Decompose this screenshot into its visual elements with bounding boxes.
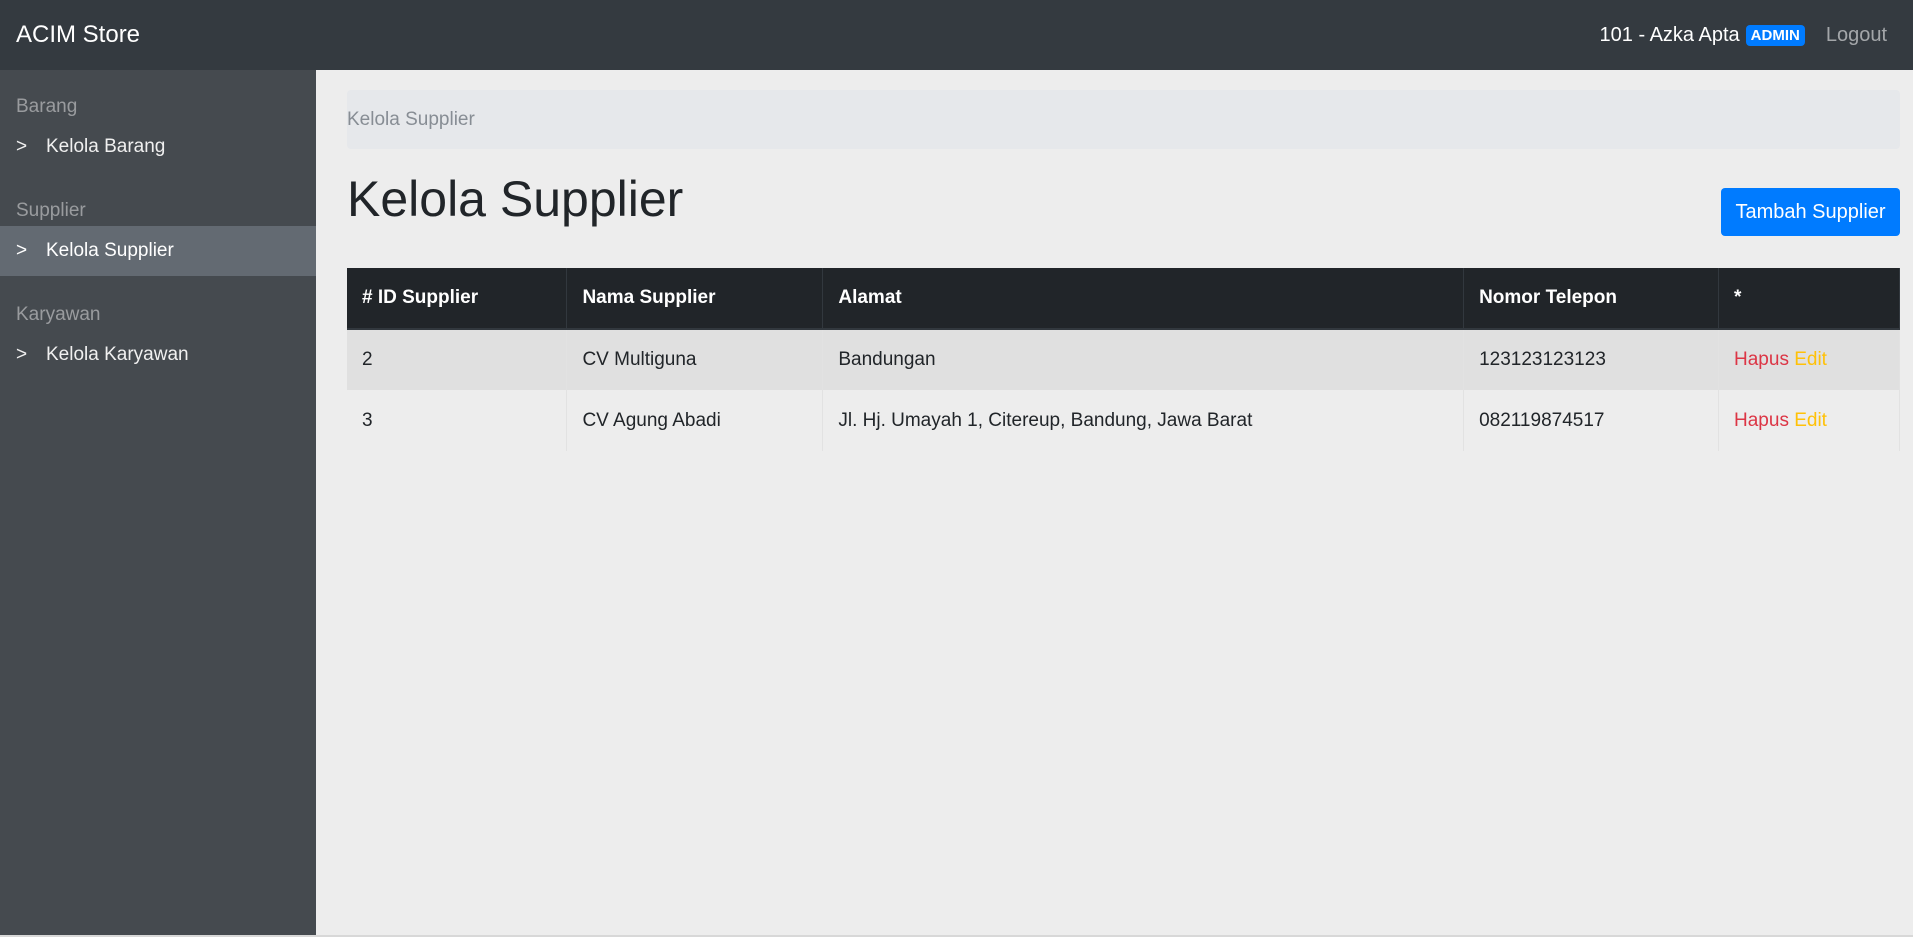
cell-nama: CV Agung Abadi [566,390,824,451]
add-supplier-button[interactable]: Tambah Supplier [1721,188,1900,236]
chevron-right-icon: > [16,240,28,261]
cell-id: 3 [347,390,568,451]
sidebar-heading-supplier: Supplier [16,200,86,221]
delete-link[interactable]: Hapus [1734,349,1789,370]
table-row: 3 CV Agung Abadi Jl. Hj. Umayah 1, Citer… [347,390,1900,451]
brand-logo-text[interactable]: ACIM Store [16,21,140,49]
sidebar-heading-barang: Barang [16,96,78,117]
page-title: Kelola Supplier [347,171,684,227]
user-name: 101 - Azka Apta [1599,23,1740,46]
top-navbar: ACIM Store 101 - Azka Apta ADMIN Logout [0,0,1913,70]
cell-id: 2 [347,329,568,390]
cell-actions: Hapus Edit [1718,329,1900,390]
table-header-row: # ID Supplier Nama Supplier Alamat Nomor… [347,268,1900,330]
edit-link[interactable]: Edit [1794,349,1827,370]
column-header-nama: Nama Supplier [566,268,824,330]
column-header-id: # ID Supplier [347,268,568,330]
sidebar-item-kelola-karyawan[interactable]: > Kelola Karyawan [0,330,316,380]
cell-telepon: 123123123123 [1463,329,1720,390]
table-row: 2 CV Multiguna Bandungan 123123123123 Ha… [347,329,1900,390]
column-header-telepon: Nomor Telepon [1463,268,1720,330]
cell-nama: CV Multiguna [566,329,824,390]
cell-actions: Hapus Edit [1718,390,1900,451]
column-header-actions: * [1718,268,1900,330]
sidebar-item-kelola-barang[interactable]: > Kelola Barang [0,122,316,172]
logout-link[interactable]: Logout [1826,24,1887,47]
user-area: 101 - Azka Apta ADMIN Logout [1600,24,1897,47]
chevron-right-icon: > [16,136,28,157]
cell-alamat: Bandungan [822,329,1465,390]
column-header-alamat: Alamat [822,268,1465,330]
main-content: Kelola Supplier Kelola Supplier Tambah S… [316,70,1913,937]
role-badge: ADMIN [1745,24,1805,46]
cell-telepon: 082119874517 [1463,390,1720,451]
sidebar-heading-karyawan: Karyawan [16,304,101,325]
chevron-right-icon: > [16,344,28,365]
sidebar-item-label: Kelola Supplier [46,240,174,261]
edit-link[interactable]: Edit [1794,410,1827,431]
supplier-table: # ID Supplier Nama Supplier Alamat Nomor… [347,268,1900,451]
delete-link[interactable]: Hapus [1734,410,1789,431]
sidebar: Barang > Kelola Barang Supplier > Kelola… [0,70,316,937]
sidebar-item-label: Kelola Karyawan [46,344,189,365]
sidebar-item-kelola-supplier[interactable]: > Kelola Supplier [0,226,316,276]
cell-alamat: Jl. Hj. Umayah 1, Citereup, Bandung, Jaw… [822,390,1465,451]
breadcrumb: Kelola Supplier [347,90,1900,149]
sidebar-item-label: Kelola Barang [46,136,166,157]
